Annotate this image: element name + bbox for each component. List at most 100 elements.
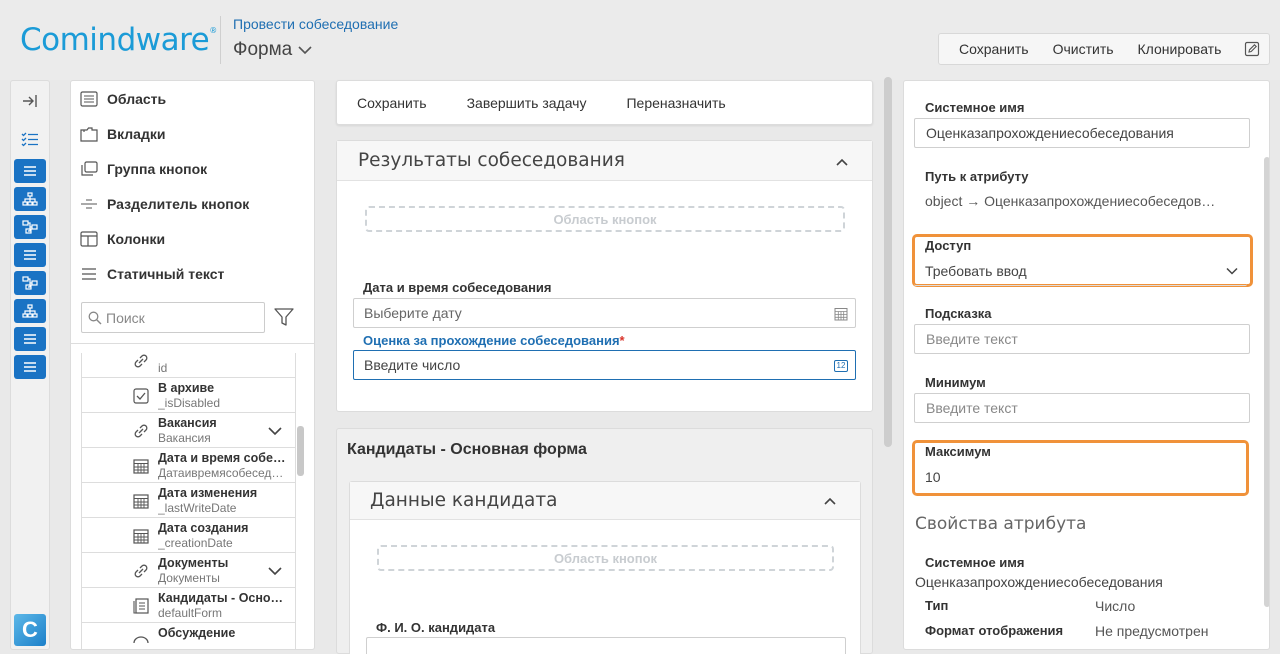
- attribute-item-modified-date[interactable]: Дата изменения _lastWriteDate: [82, 483, 295, 518]
- button-group-icon: [79, 159, 99, 179]
- palette-item-static-text[interactable]: Статичный текст: [79, 261, 224, 287]
- reassign-button[interactable]: Переназначить: [626, 95, 725, 111]
- attr-system-name-label: Системное имя: [925, 555, 1025, 570]
- edit-icon[interactable]: [1243, 40, 1261, 58]
- section-header: Результаты собеседования: [337, 141, 872, 181]
- section-title: Результаты собеседования: [358, 150, 625, 171]
- attribute-properties-heading: Свойства атрибута: [915, 514, 1087, 534]
- button-area-placeholder[interactable]: Область кнопок: [377, 545, 834, 571]
- type-value: Число: [1095, 598, 1136, 614]
- palette-divider: [71, 343, 314, 344]
- maximum-input[interactable]: 10: [914, 462, 1243, 492]
- rail-list-button-3[interactable]: [14, 327, 46, 351]
- palette-item-button-separator[interactable]: Разделитель кнопок: [79, 191, 249, 217]
- clear-form-button[interactable]: Очистить: [1041, 41, 1126, 57]
- access-select[interactable]: Требовать ввод: [914, 256, 1247, 286]
- calendar-icon[interactable]: [833, 306, 849, 322]
- display-format-value: Не предусмотрен: [1095, 623, 1209, 639]
- form-title-dropdown[interactable]: Форма: [233, 39, 312, 61]
- columns-icon: [79, 229, 99, 249]
- access-label: Доступ: [925, 238, 972, 253]
- interview-score-input[interactable]: Введите число 12: [353, 350, 856, 380]
- complete-task-button[interactable]: Завершить задачу: [467, 95, 587, 111]
- palette-scrollbar[interactable]: [297, 426, 304, 476]
- candidate-name-label: Ф. И. О. кандидата: [376, 620, 496, 635]
- chevron-up-icon[interactable]: [834, 154, 850, 170]
- embedded-form-title: Кандидаты - Основная форма: [347, 441, 587, 458]
- chevron-down-icon[interactable]: [266, 562, 284, 580]
- rail-hierarchy-button-2[interactable]: [14, 299, 46, 323]
- attribute-list: id В архиве _isDisabled Вакансия Ваканси…: [81, 353, 296, 649]
- list-icon: [23, 165, 37, 177]
- palette-item-area[interactable]: Область: [79, 86, 166, 112]
- attribute-search-input[interactable]: Поиск: [81, 302, 265, 333]
- system-name-label: Системное имя: [925, 100, 1025, 115]
- number-format-icon: 12: [831, 358, 851, 374]
- workflow-icon: [22, 220, 38, 234]
- clone-form-button[interactable]: Клонировать: [1126, 41, 1234, 57]
- chevron-down-icon: [1225, 264, 1239, 278]
- app-header: Comindware® Провести собеседование Форма…: [0, 0, 1280, 80]
- checklist-icon[interactable]: [11, 127, 49, 151]
- rail-list-button-2[interactable]: [14, 243, 46, 267]
- palette-item-columns[interactable]: Колонки: [79, 226, 165, 252]
- hierarchy-icon: [22, 192, 38, 206]
- minimum-label: Минимум: [925, 375, 986, 390]
- hint-input[interactable]: Введите текст: [914, 324, 1250, 354]
- rail-list-button[interactable]: [14, 159, 46, 183]
- interview-results-section[interactable]: Результаты собеседования Область кнопок …: [336, 140, 873, 412]
- filter-icon[interactable]: [273, 306, 295, 328]
- expand-panel-icon[interactable]: [11, 89, 49, 113]
- interview-score-label: Оценка за прохождение собеседования*: [363, 333, 625, 348]
- form-title: Форма: [233, 39, 293, 60]
- section-title: Данные кандидата: [370, 490, 558, 511]
- minimum-input[interactable]: Введите текст: [914, 393, 1250, 423]
- link-icon: [132, 422, 150, 440]
- maximum-label: Максимум: [925, 444, 991, 459]
- candidate-name-input[interactable]: [366, 637, 846, 654]
- search-icon: [88, 311, 102, 325]
- attribute-item-documents[interactable]: Документы Документы: [82, 553, 295, 588]
- attribute-path-value: object → Оценказапрохождениесобеседов…: [925, 193, 1216, 209]
- comindware-logo: Comindware®: [20, 22, 217, 58]
- rail-list-button-4[interactable]: [14, 355, 46, 379]
- rail-workflow-button-2[interactable]: [14, 271, 46, 295]
- calendar-icon: [132, 492, 150, 510]
- attribute-item-id[interactable]: id: [82, 353, 295, 378]
- rail-workflow-button[interactable]: [14, 215, 46, 239]
- header-divider: [220, 16, 221, 64]
- attribute-item-interview-datetime[interactable]: Дата и время собе… Датаивремясобесед…: [82, 448, 295, 483]
- candidates-main-form[interactable]: Кандидаты - Основная форма Данные кандид…: [336, 428, 873, 654]
- properties-scrollbar[interactable]: [1264, 157, 1269, 607]
- rail-hierarchy-button[interactable]: [14, 187, 46, 211]
- interview-date-input[interactable]: Выберите дату: [353, 298, 856, 328]
- attribute-item-archived[interactable]: В архиве _isDisabled: [82, 378, 295, 413]
- system-name-input[interactable]: Оценказапрохождениесобеседования: [914, 118, 1250, 148]
- attribute-item-vacancy[interactable]: Вакансия Вакансия: [82, 413, 295, 448]
- comindware-app-icon[interactable]: C: [14, 614, 46, 646]
- palette-item-button-group[interactable]: Группа кнопок: [79, 156, 207, 182]
- candidate-data-section[interactable]: Данные кандидата Область кнопок Ф. И. О.…: [349, 481, 861, 654]
- palette-item-tabs[interactable]: Вкладки: [79, 121, 165, 147]
- area-icon: [79, 89, 99, 109]
- type-label: Тип: [925, 598, 949, 613]
- button-area-placeholder[interactable]: Область кнопок: [365, 206, 845, 232]
- link-icon: [132, 353, 150, 370]
- attr-system-name-value: Оценказапрохождениесобеседования: [915, 574, 1163, 590]
- left-rail: C: [10, 80, 50, 650]
- chevron-down-icon: [298, 45, 312, 55]
- save-task-button[interactable]: Сохранить: [357, 95, 427, 111]
- list-icon: [23, 361, 37, 373]
- attribute-item-discussion[interactable]: Обсуждение: [82, 623, 295, 649]
- attribute-item-creation-date[interactable]: Дата создания _creationDate: [82, 518, 295, 553]
- chevron-down-icon[interactable]: [266, 422, 284, 440]
- interview-date-label: Дата и время собеседования: [363, 280, 552, 295]
- breadcrumb-process-link[interactable]: Провести собеседование: [233, 16, 398, 32]
- checkbox-icon: [132, 387, 150, 405]
- form-icon: [132, 597, 150, 615]
- attribute-item-default-form[interactable]: Кандидаты - Осно… defaultForm: [82, 588, 295, 623]
- canvas-scrollbar[interactable]: [884, 77, 892, 447]
- attribute-path-label: Путь к атрибуту: [925, 169, 1029, 184]
- chevron-up-icon[interactable]: [822, 493, 838, 509]
- save-form-button[interactable]: Сохранить: [947, 41, 1041, 57]
